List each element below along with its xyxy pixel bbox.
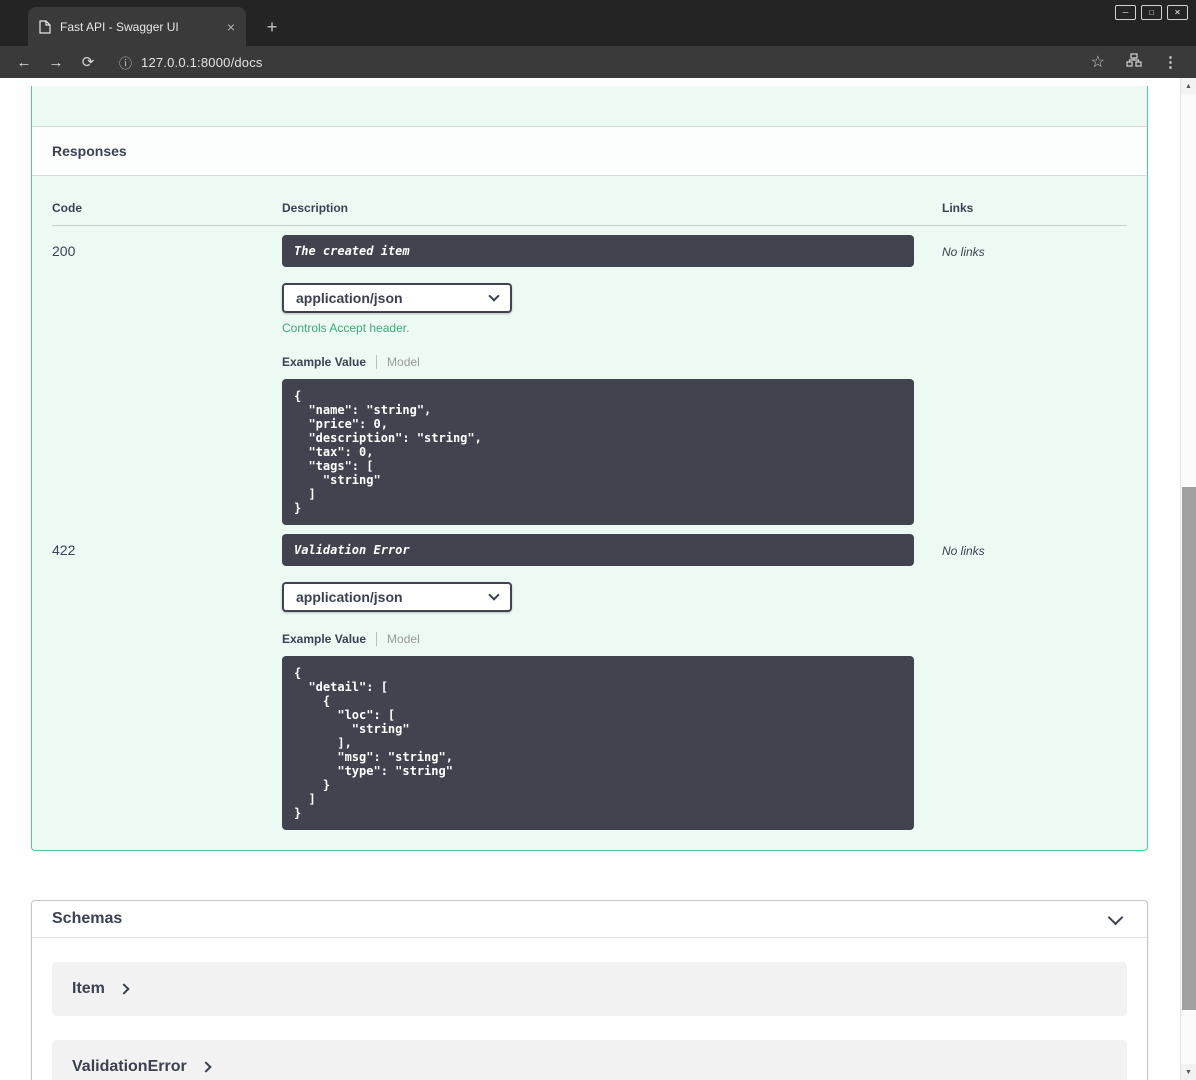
address-bar[interactable]: ⓘ 127.0.0.1:8000/docs <box>119 53 1091 72</box>
back-icon[interactable]: ← <box>13 54 35 71</box>
response-row-422: 422 Validation Error application/json Ex… <box>52 525 1127 830</box>
close-button[interactable]: ✕ <box>1167 5 1188 20</box>
site-info-icon[interactable]: ⓘ <box>119 53 132 72</box>
chevron-down-icon <box>488 290 500 302</box>
browser-toolbar: ← → ⟳ ⓘ 127.0.0.1:8000/docs ☆ ⋮ <box>0 46 1196 78</box>
media-type-value: application/json <box>296 290 403 306</box>
model-row-validation-error[interactable]: ValidationError <box>52 1040 1127 1080</box>
tab-separator <box>376 632 378 646</box>
page-icon <box>39 19 51 34</box>
chevron-right-icon <box>200 1061 212 1073</box>
sitemap-icon[interactable] <box>1126 52 1142 72</box>
responses-table-header: Code Description Links <box>52 176 1127 226</box>
response-code: 200 <box>52 243 76 259</box>
example-model-tabs: Example Value Model <box>282 355 942 369</box>
tab-example-value[interactable]: Example Value <box>282 632 366 646</box>
schemas-header[interactable]: Schemas <box>32 901 1147 938</box>
code-column-header: Code <box>52 201 82 215</box>
tab-model[interactable]: Model <box>387 355 420 369</box>
chevron-down-icon[interactable] <box>1107 909 1124 925</box>
schemas-section: Schemas Item ValidationError <box>31 900 1148 1080</box>
schemas-models: Item ValidationError <box>32 938 1147 1080</box>
media-type-select[interactable]: application/json <box>282 582 512 612</box>
tab-close-icon[interactable]: × <box>227 20 235 34</box>
bookmark-star-icon[interactable]: ☆ <box>1091 52 1105 72</box>
responses-table: Code Description Links 200 The created i… <box>32 176 1147 850</box>
tab-example-value[interactable]: Example Value <box>282 355 366 369</box>
opblock-divider <box>32 86 1147 127</box>
tab-separator <box>376 355 378 369</box>
maximize-button[interactable]: □ <box>1141 5 1162 20</box>
response-description-cell: Validation Error application/json Exampl… <box>282 534 942 830</box>
response-row-200: 200 The created item application/json Co… <box>52 226 1127 525</box>
responses-heading: Responses <box>52 143 127 159</box>
page-viewport: Responses Code Description Links 200 The… <box>0 78 1196 1080</box>
tab-title: Fast API - Swagger UI <box>60 19 179 34</box>
response-links: No links <box>942 544 985 558</box>
tab-model[interactable]: Model <box>387 632 420 646</box>
response-code: 422 <box>52 542 76 558</box>
browser-tab[interactable]: Fast API - Swagger UI × <box>28 7 246 46</box>
chevron-down-icon <box>488 589 500 601</box>
model-name: Item <box>72 980 105 997</box>
media-type-select[interactable]: application/json <box>282 283 512 313</box>
responses-header: Responses <box>32 127 1147 176</box>
response-description: The created item <box>282 235 914 267</box>
scroll-down-button[interactable]: ▼ <box>1181 1064 1196 1080</box>
schemas-heading: Schemas <box>52 910 123 927</box>
response-description: Validation Error <box>282 534 914 566</box>
forward-icon[interactable]: → <box>45 54 67 71</box>
minimize-button[interactable]: ─ <box>1115 5 1136 20</box>
example-json-block: { "detail": [ { "loc": [ "string" ], "ms… <box>282 656 914 830</box>
description-column-header: Description <box>282 201 349 215</box>
controls-accept-note: Controls Accept header. <box>282 321 410 335</box>
browser-menu-icon[interactable]: ⋮ <box>1163 53 1178 71</box>
window-controls: ─ □ ✕ <box>1115 5 1188 20</box>
reload-icon[interactable]: ⟳ <box>77 53 99 71</box>
scroll-thumb[interactable] <box>1182 487 1196 1010</box>
toolbar-actions: ☆ ⋮ <box>1091 52 1178 72</box>
new-tab-button[interactable]: + <box>258 13 286 41</box>
responses-section: Responses Code Description Links 200 The… <box>31 86 1148 851</box>
links-column-header: Links <box>942 201 974 215</box>
scrollbar[interactable]: ▲ ▼ <box>1180 78 1196 1080</box>
example-json-block: { "name": "string", "price": 0, "descrip… <box>282 379 914 525</box>
chevron-right-icon <box>118 983 130 995</box>
media-type-value: application/json <box>296 589 403 605</box>
window-titlebar: Fast API - Swagger UI × + ─ □ ✕ <box>0 0 1196 46</box>
url-text[interactable]: 127.0.0.1:8000/docs <box>141 55 263 70</box>
response-description-cell: The created item application/json Contro… <box>282 235 942 525</box>
scroll-up-button[interactable]: ▲ <box>1181 78 1196 94</box>
response-links: No links <box>942 245 985 259</box>
swagger-page: Responses Code Description Links 200 The… <box>0 86 1180 1080</box>
example-model-tabs: Example Value Model <box>282 632 942 646</box>
model-name: ValidationError <box>72 1058 187 1075</box>
model-row-item[interactable]: Item <box>52 962 1127 1016</box>
